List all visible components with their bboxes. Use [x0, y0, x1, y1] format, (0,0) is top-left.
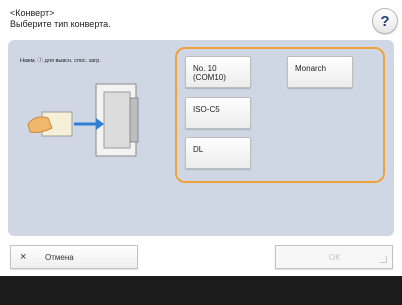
bottom-status-bar — [0, 276, 402, 305]
option-dl[interactable]: DL — [185, 137, 251, 169]
option-label: ISO-C5 — [193, 105, 220, 114]
envelope-panel: Нажм. ⓘ для вывсн. спос. загр. No. 10 (C… — [8, 40, 394, 236]
cancel-label: Отмена — [45, 253, 74, 262]
cancel-x-icon: × — [20, 251, 27, 263]
ok-label: OK — [329, 253, 341, 262]
title-line-2: Выберите тип конверта. — [10, 19, 111, 29]
header: <Конверт> Выберите тип конверта. ? — [10, 8, 398, 36]
option-monarch[interactable]: Monarch — [287, 56, 353, 88]
cancel-button[interactable]: × Отмена — [10, 245, 138, 269]
printer-slot — [103, 91, 131, 149]
option-label: DL — [193, 145, 204, 154]
help-button[interactable]: ? — [372, 8, 398, 34]
ok-button[interactable]: OK — [275, 245, 393, 269]
title-line-1: <Конверт> — [10, 8, 55, 18]
help-icon: ? — [380, 12, 390, 30]
envelope-type-options: No. 10 (COM10) Monarch ISO-C5 DL — [175, 47, 385, 183]
hand-shape — [27, 116, 53, 133]
option-label: No. 10 (COM10) — [193, 64, 226, 82]
option-no10-com10[interactable]: No. 10 (COM10) — [185, 56, 251, 88]
envelope-feed-illustration — [27, 83, 139, 157]
load-hint-text: Нажм. ⓘ для вывсн. спос. загр. — [20, 58, 101, 64]
printer-guide — [129, 97, 139, 143]
ok-corner-icon — [380, 256, 387, 263]
option-label: Monarch — [295, 64, 327, 73]
option-iso-c5[interactable]: ISO-C5 — [185, 97, 251, 129]
page-title: <Конверт> Выберите тип конверта. — [10, 8, 390, 30]
